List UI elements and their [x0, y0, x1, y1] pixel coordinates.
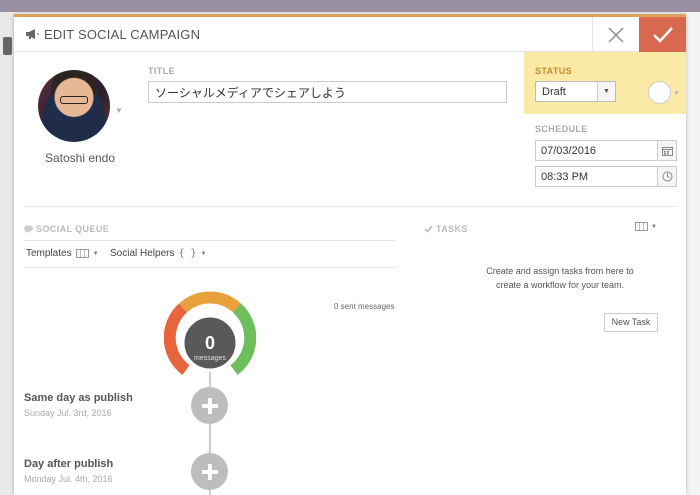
section-divider	[24, 206, 677, 207]
close-button[interactable]	[592, 17, 639, 52]
close-icon	[608, 26, 624, 43]
status-label: STATUS	[535, 66, 573, 76]
background-topbar	[0, 0, 700, 12]
add-message-button[interactable]	[191, 387, 228, 424]
templates-grid-icon	[75, 249, 89, 258]
avatar[interactable]	[38, 70, 110, 142]
social-queue-heading: SOCIAL QUEUE	[24, 224, 109, 234]
chevron-down-icon: ▼	[92, 250, 99, 257]
background-right-rail	[686, 12, 700, 495]
braces-icon: { }	[178, 248, 197, 259]
tasks-heading: TASKS	[424, 224, 468, 234]
message-gauge: 0 messages	[164, 291, 256, 375]
tasks-label: TASKS	[436, 224, 468, 234]
status-color-caret-icon[interactable]: ▼	[673, 90, 680, 97]
checkmark-icon	[424, 225, 433, 233]
chevron-down-icon: ▼	[651, 223, 657, 230]
speech-bubble-icon	[24, 225, 33, 233]
gauge-segment-orange	[178, 291, 242, 313]
tasks-text-line: Create and assign tasks from here to	[486, 266, 634, 276]
event-title: Day after publish	[24, 458, 114, 470]
status-select[interactable]: Draft ▼	[535, 81, 616, 102]
schedule-label: SCHEDULE	[535, 124, 588, 134]
social-helpers-label: Social Helpers	[110, 248, 175, 259]
calendar-icon[interactable]	[657, 141, 676, 160]
grid-icon	[635, 222, 648, 231]
modal-header: EDIT SOCIAL CAMPAIGN	[14, 17, 686, 52]
clock-icon[interactable]	[657, 167, 676, 186]
modal-title: EDIT SOCIAL CAMPAIGN	[44, 27, 201, 42]
tasks-view-button[interactable]: ▼	[635, 222, 657, 231]
megaphone-icon	[26, 29, 39, 39]
toolbar-divider-bottom	[24, 267, 396, 268]
social-helpers-button[interactable]: Social Helpers { } ▼	[110, 248, 207, 259]
social-queue-label: SOCIAL QUEUE	[36, 224, 110, 234]
background-logo-icon	[3, 37, 12, 55]
status-selected-value: Draft	[542, 86, 566, 98]
checkmark-icon	[652, 26, 673, 43]
new-task-button[interactable]: New Task	[604, 313, 658, 332]
add-message-button[interactable]	[191, 453, 228, 490]
event-title: Same day as publish	[24, 392, 133, 404]
status-panel: STATUS Draft ▼ ▼	[524, 52, 686, 114]
confirm-button[interactable]	[639, 17, 686, 52]
chevron-down-icon: ▼	[200, 250, 207, 257]
user-name: Satoshi endo	[44, 151, 116, 165]
plus-icon	[201, 463, 218, 480]
tasks-text-line: create a workflow for your team.	[495, 280, 625, 290]
event-date: Monday Jul. 4th, 2016	[24, 474, 113, 484]
avatar-glasses	[60, 96, 88, 104]
edit-campaign-modal: EDIT SOCIAL CAMPAIGN ▼ Satoshi endo TITL…	[14, 14, 686, 495]
plus-icon	[201, 397, 218, 414]
event-date: Sunday Jul. 3rd, 2016	[24, 408, 112, 418]
templates-label: Templates	[26, 248, 72, 259]
sent-messages-count: 0 sent messages	[334, 302, 395, 311]
title-input[interactable]	[148, 81, 507, 103]
templates-button[interactable]: Templates ▼	[26, 248, 99, 259]
gauge-count: 0	[205, 333, 215, 353]
status-color-picker[interactable]	[648, 81, 671, 104]
schedule-time-field[interactable]: 08:33 PM	[535, 166, 677, 187]
schedule-time-value: 08:33 PM	[541, 171, 589, 183]
gauge-unit: messages	[194, 355, 226, 362]
chevron-down-icon: ▼	[597, 82, 615, 101]
schedule-date-value: 07/03/2016	[541, 145, 597, 157]
avatar-dropdown-caret-icon[interactable]: ▼	[115, 106, 123, 115]
schedule-date-field[interactable]: 07/03/2016	[535, 140, 677, 161]
toolbar-divider-top	[24, 240, 396, 241]
background-left-rail	[0, 12, 14, 495]
tasks-empty-text: Create and assign tasks from here to cre…	[424, 264, 686, 292]
title-label: TITLE	[148, 66, 175, 76]
